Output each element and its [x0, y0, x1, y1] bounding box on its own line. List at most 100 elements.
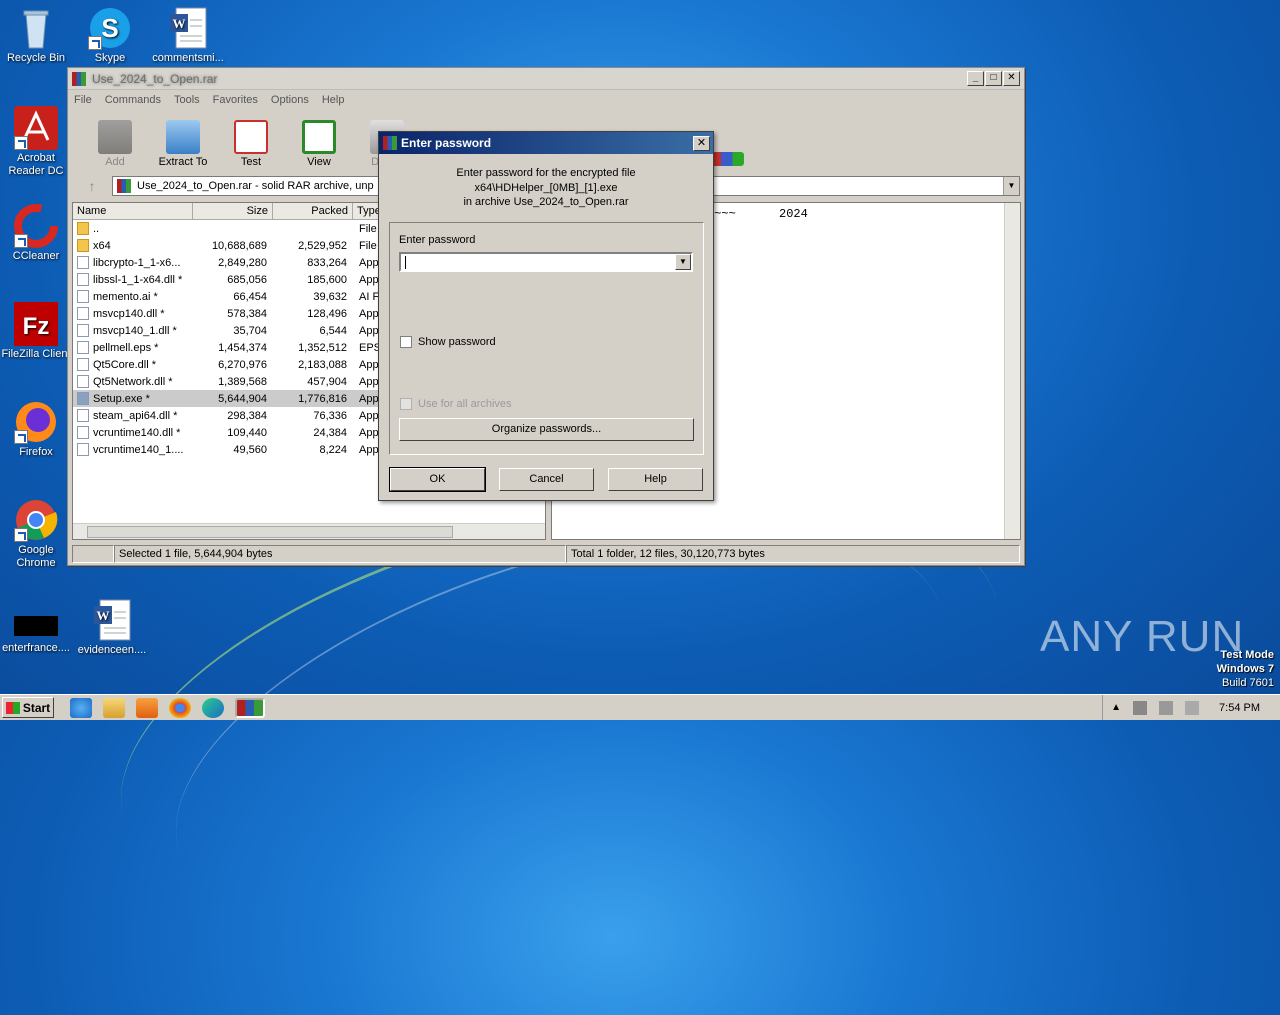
cell-size: 66,454: [233, 290, 267, 303]
cell-packed: 128,496: [307, 307, 347, 320]
system-tray: ▲ 7:54 PM: [1102, 695, 1280, 720]
desktop-icon-acrobat[interactable]: Acrobat Reader DC: [0, 106, 74, 178]
edge-icon[interactable]: [202, 697, 224, 718]
drive-icon: [72, 545, 114, 563]
clipboard-check-icon: [234, 120, 268, 154]
skype-icon: S: [88, 6, 132, 50]
cell-packed: 8,224: [319, 443, 347, 456]
cell-name: vcruntime140.dll *: [73, 426, 193, 439]
winrar-taskbar-icon[interactable]: [235, 697, 265, 718]
extract-to-button[interactable]: Extract To: [154, 120, 212, 168]
ok-button[interactable]: OK: [389, 467, 486, 492]
explorer-icon[interactable]: [103, 697, 125, 718]
menu-help[interactable]: Help: [322, 94, 345, 106]
dll-icon: [77, 324, 89, 337]
chrome-icon[interactable]: [169, 697, 191, 718]
dialog-close-button[interactable]: ✕: [693, 135, 710, 151]
organize-passwords-button[interactable]: Organize passwords...: [399, 418, 694, 441]
desktop-icon-firefox[interactable]: Firefox: [0, 400, 74, 459]
cell-size: 10,688,689: [211, 239, 267, 252]
cell-name: pellmell.eps *: [73, 341, 193, 354]
cancel-button[interactable]: Cancel: [499, 468, 594, 491]
winrar-logo-icon: [383, 136, 397, 150]
cell-name: vcruntime140_1....: [73, 443, 193, 456]
use-for-all-archives-checkbox: Use for all archives: [400, 398, 512, 410]
chevron-down-icon[interactable]: ▼: [1003, 177, 1019, 195]
chevron-up-icon[interactable]: ▲: [1111, 702, 1121, 713]
vertical-scrollbar[interactable]: [1004, 203, 1020, 539]
svg-text:S: S: [101, 13, 118, 43]
menu-favorites[interactable]: Favorites: [213, 94, 258, 106]
cell-packed: 24,384: [313, 426, 347, 439]
show-password-checkbox[interactable]: Show password: [400, 336, 496, 348]
word-doc-icon: W: [90, 598, 134, 642]
menu-commands[interactable]: Commands: [105, 94, 161, 106]
cell-size: 6,270,976: [218, 358, 267, 371]
scroll-thumb[interactable]: [87, 526, 453, 538]
status-total: Total 1 folder, 12 files, 30,120,773 byt…: [566, 545, 1020, 563]
file-icon: [77, 341, 89, 354]
view-button[interactable]: View: [290, 120, 348, 168]
flag-icon[interactable]: [1185, 700, 1200, 715]
help-button[interactable]: Help: [608, 468, 703, 491]
svg-text:W: W: [97, 608, 110, 623]
cell-name: steam_api64.dll *: [73, 409, 193, 422]
winrar-logo-icon: [72, 71, 86, 86]
add-button[interactable]: Add: [86, 120, 144, 168]
desktop-icon-commentsmi[interactable]: W commentsmi...: [150, 6, 226, 65]
network-icon[interactable]: [1133, 700, 1148, 715]
cell-name: Qt5Network.dll *: [73, 375, 193, 388]
sfx-archive-icon: [710, 152, 744, 166]
dll-icon: [77, 273, 89, 286]
winrar-titlebar[interactable]: Use_2024_to_Open.rar _ □ ✕: [68, 68, 1024, 90]
column-name[interactable]: Name: [73, 203, 193, 219]
start-button[interactable]: Start: [2, 697, 54, 718]
close-button[interactable]: ✕: [1003, 71, 1020, 86]
cell-name: Qt5Core.dll *: [73, 358, 193, 371]
dll-icon: [77, 443, 89, 456]
cell-size: 2,849,280: [218, 256, 267, 269]
cell-size: 109,440: [227, 426, 267, 439]
cell-packed: 2,183,088: [298, 358, 347, 371]
word-doc-icon: W: [166, 6, 210, 50]
test-button[interactable]: Test: [222, 120, 280, 168]
maximize-button[interactable]: □: [985, 71, 1002, 86]
clock[interactable]: 7:54 PM: [1219, 702, 1260, 714]
chevron-down-icon[interactable]: ▼: [675, 254, 691, 270]
ie-icon[interactable]: [70, 697, 92, 718]
password-input[interactable]: ▼: [399, 252, 693, 272]
svg-text:Fz: Fz: [23, 313, 50, 340]
dialog-info: Enter password for the encrypted file x6…: [456, 167, 636, 208]
horizontal-scrollbar[interactable]: [73, 523, 545, 539]
media-player-icon[interactable]: [136, 697, 158, 718]
dll-icon: [77, 375, 89, 388]
speaker-icon[interactable]: [1159, 700, 1174, 715]
dll-icon: [77, 409, 89, 422]
windows-logo-icon: [5, 701, 20, 714]
desktop-icon-enterfrance[interactable]: enterfrance....: [0, 606, 74, 655]
desktop-icon-skype[interactable]: S Skype: [72, 6, 148, 65]
window-title: Use_2024_to_Open.rar: [92, 71, 218, 86]
desktop-icon-evidenceen[interactable]: W evidenceen....: [74, 598, 150, 657]
cell-size: 578,384: [227, 307, 267, 320]
cell-packed: 39,632: [313, 290, 347, 303]
dialog-titlebar[interactable]: Enter password ✕: [379, 132, 713, 154]
cell-packed: 1,776,816: [298, 392, 347, 405]
cell-packed: 2,529,952: [298, 239, 347, 252]
recycle-bin-icon: [14, 6, 58, 50]
minimize-button[interactable]: _: [967, 71, 984, 86]
checkbox-box[interactable]: [400, 336, 412, 348]
menu-options[interactable]: Options: [271, 94, 309, 106]
exe-icon: [77, 392, 89, 405]
menu-file[interactable]: File: [74, 94, 92, 106]
column-packed[interactable]: Packed: [273, 203, 353, 219]
desktop-icon-ccleaner[interactable]: CCleaner: [0, 204, 74, 263]
menu-tools[interactable]: Tools: [174, 94, 200, 106]
desktop-icon-filezilla[interactable]: Fz FileZilla Client: [0, 302, 74, 361]
up-arrow-icon[interactable]: ↑: [72, 178, 112, 194]
cell-name: libcrypto-1_1-x6...: [73, 256, 193, 269]
black-file-icon: [14, 606, 58, 640]
desktop-icon-chrome[interactable]: Google Chrome: [0, 498, 74, 570]
desktop-icon-recycle-bin[interactable]: Recycle Bin: [0, 6, 74, 65]
column-size[interactable]: Size: [193, 203, 273, 219]
